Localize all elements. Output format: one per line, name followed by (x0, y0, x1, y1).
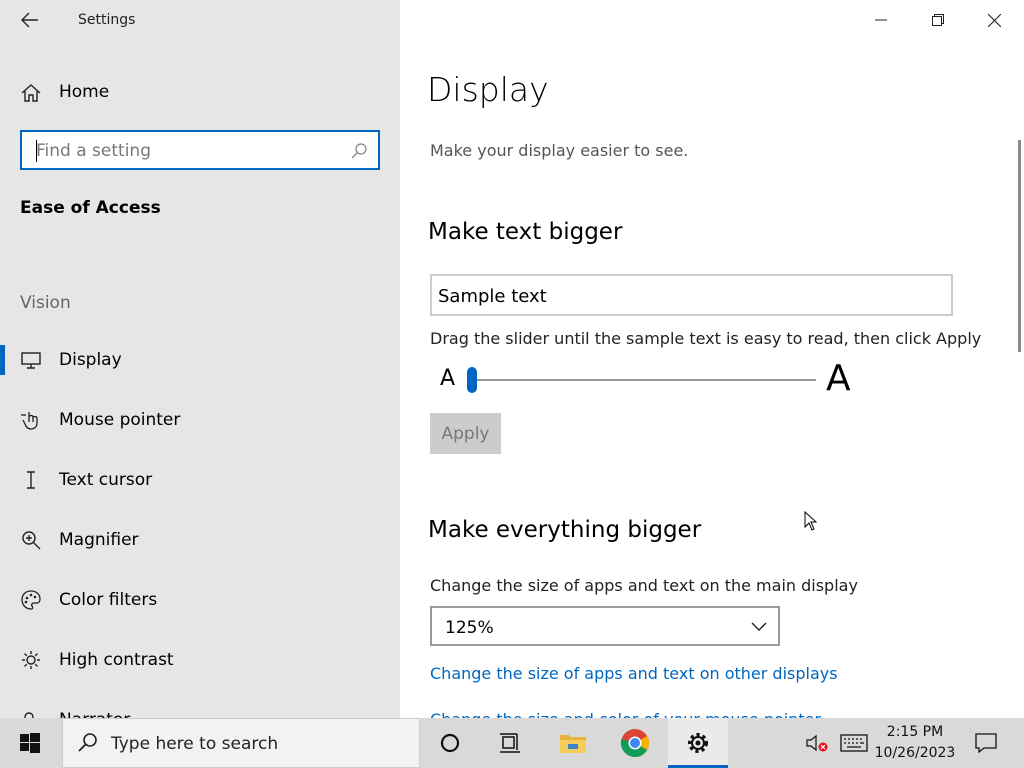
window-title: Settings (78, 12, 136, 28)
high-contrast-icon (22, 651, 40, 669)
folder-icon (560, 735, 586, 753)
taskbar: Type here to search 2:15 PM 10/26/2023 (0, 718, 1024, 768)
sidebar: Settings Home Find a setting Ease of Acc… (0, 0, 400, 718)
sample-text-box: Sample text (430, 274, 953, 316)
slider-max-label: A (826, 358, 851, 399)
sidebar-item-label: Display (59, 350, 122, 370)
sidebar-item-label: Magnifier (59, 530, 139, 550)
heading-make-text-bigger: Make text bigger (428, 219, 623, 245)
monitor-icon (21, 352, 41, 369)
color-filters-icon (21, 590, 41, 610)
link-mouse-pointer[interactable]: Change the size and color of your mouse … (430, 710, 821, 718)
magnifier-icon (22, 531, 41, 550)
search-input[interactable]: Find a setting (20, 130, 380, 170)
narrator-icon (24, 712, 34, 718)
main-content: Display Make your display easier to see.… (400, 0, 1024, 718)
mouse-pointer-icon (21, 412, 38, 430)
sidebar-item-label: Color filters (59, 590, 158, 610)
volume-muted-icon (806, 734, 828, 752)
sidebar-item-label: Narrator (59, 710, 130, 718)
back-arrow-icon (21, 12, 38, 28)
mouse-cursor (804, 511, 818, 531)
home-nav-item[interactable]: Home (0, 74, 400, 110)
page-title: Display (427, 70, 549, 109)
cortana-icon (440, 733, 460, 753)
minimize-button[interactable] (852, 0, 909, 40)
restore-icon (931, 14, 944, 26)
clock-date: 10/26/2023 (874, 745, 956, 761)
link-other-displays[interactable]: Change the size of apps and text on othe… (430, 664, 838, 683)
scale-label: Change the size of apps and text on the … (430, 576, 858, 595)
sidebar-item-color-filters[interactable]: Color filters (0, 579, 400, 623)
restore-button[interactable] (909, 0, 966, 40)
sidebar-item-display[interactable]: Display (0, 339, 400, 383)
text-cursor-icon (27, 471, 35, 489)
clock-time: 2:15 PM (886, 724, 944, 740)
section-title: Ease of Access (20, 198, 161, 218)
heading-make-everything-bigger: Make everything bigger (428, 517, 702, 543)
notification-icon (975, 733, 997, 753)
chrome-button[interactable] (607, 718, 663, 768)
sidebar-item-mouse-pointer[interactable]: Mouse pointer (0, 399, 400, 443)
gear-icon (688, 733, 708, 753)
text-size-slider-thumb[interactable] (467, 367, 477, 393)
group-label-vision: Vision (20, 293, 71, 313)
sidebar-item-label: Mouse pointer (59, 410, 181, 430)
scale-dropdown[interactable]: 125% (430, 606, 780, 646)
volume-button[interactable] (800, 718, 834, 768)
search-icon (351, 143, 367, 159)
back-button[interactable] (14, 6, 46, 34)
keyboard-icon (840, 734, 868, 752)
sidebar-item-label: High contrast (59, 650, 174, 670)
task-view-button[interactable] (482, 718, 538, 768)
close-icon (988, 13, 1001, 27)
close-button[interactable] (966, 0, 1023, 40)
text-size-slider-track[interactable] (470, 379, 816, 381)
home-icon (21, 84, 41, 102)
home-label: Home (59, 82, 110, 102)
search-icon (78, 733, 97, 752)
chrome-icon (620, 729, 649, 758)
sidebar-item-text-cursor[interactable]: Text cursor (0, 459, 400, 503)
scale-dropdown-value: 125% (445, 618, 494, 638)
taskbar-search-placeholder: Type here to search (111, 734, 279, 754)
sample-text: Sample text (438, 286, 547, 307)
page-subtitle: Make your display easier to see. (430, 141, 689, 160)
cortana-button[interactable] (422, 718, 478, 768)
sidebar-item-high-contrast[interactable]: High contrast (0, 639, 400, 683)
scrollbar[interactable] (1018, 140, 1021, 352)
slider-min-label: A (440, 366, 456, 391)
settings-taskbar-button[interactable] (668, 718, 728, 768)
sidebar-item-label: Text cursor (59, 470, 153, 490)
action-center-button[interactable] (966, 718, 1006, 768)
taskbar-search-box[interactable]: Type here to search (62, 718, 420, 768)
sidebar-item-narrator[interactable]: Narrator (0, 699, 400, 718)
apply-button[interactable]: Apply (430, 413, 501, 454)
touch-keyboard-button[interactable] (836, 718, 872, 768)
search-placeholder: Find a setting (36, 141, 151, 161)
windows-logo-icon (20, 733, 40, 753)
slider-instruction: Drag the slider until the sample text is… (430, 329, 982, 348)
system-clock[interactable]: 2:15 PM 10/26/2023 (872, 722, 958, 764)
start-button[interactable] (0, 718, 60, 768)
task-view-icon (500, 733, 520, 753)
chevron-down-icon (751, 622, 767, 631)
minimize-icon (874, 19, 887, 21)
sidebar-item-magnifier[interactable]: Magnifier (0, 519, 400, 563)
file-explorer-button[interactable] (545, 718, 601, 768)
